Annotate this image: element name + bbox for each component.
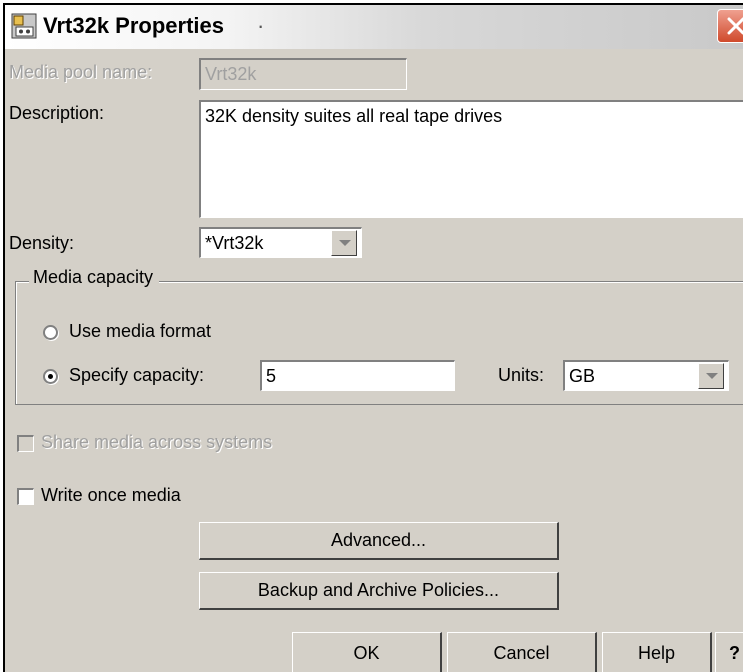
use-media-format-label[interactable]: Use media format: [69, 321, 211, 342]
specify-capacity-radio[interactable]: [43, 369, 58, 384]
use-media-format-radio[interactable]: [43, 325, 58, 340]
ok-button[interactable]: OK: [292, 632, 442, 672]
chevron-down-icon[interactable]: [331, 230, 357, 256]
specify-capacity-label[interactable]: Specify capacity:: [69, 365, 204, 386]
backup-archive-policies-button[interactable]: Backup and Archive Policies...: [199, 572, 559, 610]
units-value: GB: [569, 366, 596, 386]
close-button[interactable]: [717, 9, 743, 43]
title-bar[interactable]: Vrt32k Properties ·: [5, 5, 743, 49]
description-textarea[interactable]: 32K density suites all real tape drives: [199, 100, 743, 218]
write-once-label[interactable]: Write once media: [41, 485, 181, 506]
density-value: *Vrt32k: [205, 233, 264, 253]
media-pool-name-field: Vrt32k: [199, 58, 407, 90]
density-label: Density:: [9, 233, 75, 253]
chevron-down-icon[interactable]: [698, 363, 724, 389]
media-capacity-group-label: Media capacity: [29, 267, 160, 288]
capacity-input[interactable]: 5: [260, 360, 455, 391]
whats-this-button[interactable]: ?: [715, 632, 743, 672]
write-once-checkbox[interactable]: [17, 488, 34, 505]
title-suffix: ·: [257, 13, 265, 38]
units-label: Units:: [498, 365, 545, 385]
close-icon: [727, 17, 743, 35]
media-pool-name-label: Media pool name:: [9, 62, 153, 82]
share-media-label: Share media across systems: [41, 432, 273, 452]
description-label: Description:: [9, 103, 105, 123]
tape-media-icon: [11, 13, 37, 39]
properties-dialog: Vrt32k Properties · Media pool name: Vrt…: [3, 3, 743, 672]
share-media-checkbox: [17, 435, 34, 452]
units-dropdown[interactable]: GB: [563, 360, 729, 391]
help-button[interactable]: Help: [602, 632, 712, 672]
cancel-button[interactable]: Cancel: [447, 632, 597, 672]
advanced-button[interactable]: Advanced...: [199, 522, 559, 560]
density-dropdown[interactable]: *Vrt32k: [199, 227, 362, 258]
window-title: Vrt32k Properties: [43, 13, 224, 38]
